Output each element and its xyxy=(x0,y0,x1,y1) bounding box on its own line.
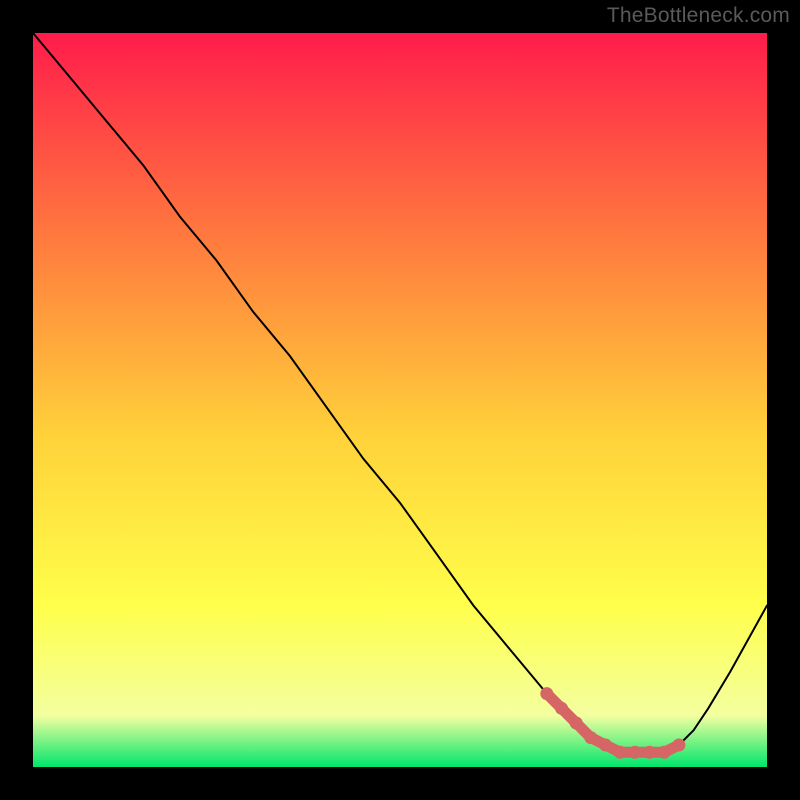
chart-frame: TheBottleneck.com xyxy=(0,0,800,800)
optimal-marker-dot xyxy=(672,739,685,752)
watermark-text: TheBottleneck.com xyxy=(607,4,790,28)
optimal-marker-dot xyxy=(628,746,641,759)
gradient-background xyxy=(33,33,767,767)
optimal-marker-dot xyxy=(643,746,656,759)
chart-svg xyxy=(33,33,767,767)
optimal-marker-dot xyxy=(614,746,627,759)
optimal-marker-dot xyxy=(658,746,671,759)
optimal-marker-dot xyxy=(540,687,553,700)
optimal-marker-dot xyxy=(570,717,583,730)
optimal-marker-dot xyxy=(599,739,612,752)
optimal-marker-dot xyxy=(584,731,597,744)
optimal-marker-dot xyxy=(555,702,568,715)
plot-area xyxy=(33,33,767,767)
